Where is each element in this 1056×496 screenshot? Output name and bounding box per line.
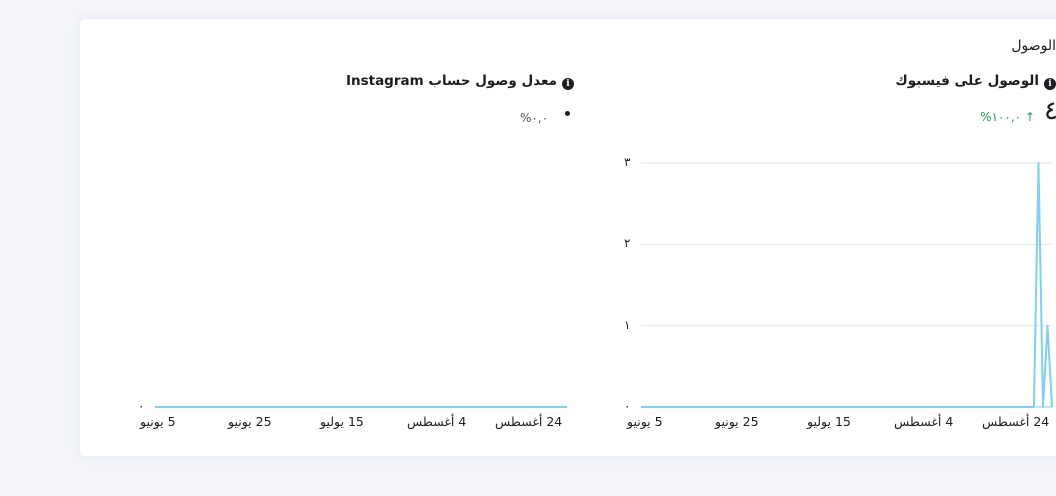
x-tick-label: 15 يوليو: [320, 414, 364, 429]
x-tick-label: 24 أغسطس: [495, 414, 563, 429]
x-tick-label: 25 يونيو: [228, 414, 272, 429]
y-tick-label: ١: [624, 318, 631, 332]
y-tick-label: ٠: [138, 399, 145, 413]
x-tick-label: 15 يوليو: [807, 414, 851, 429]
x-tick-label: 25 يونيو: [715, 414, 759, 429]
x-tick-label: 5 يونيو: [627, 414, 663, 429]
y-tick-label: ٢: [624, 236, 631, 250]
x-tick-label: 5 يونيو: [140, 414, 176, 429]
y-tick-label: ٣: [624, 155, 631, 169]
y-tick-label: ٠: [624, 399, 631, 413]
x-tick-label: 4 أغسطس: [894, 414, 954, 429]
x-tick-label: 24 أغسطس: [982, 414, 1050, 429]
x-tick-label: 4 أغسطس: [407, 414, 467, 429]
